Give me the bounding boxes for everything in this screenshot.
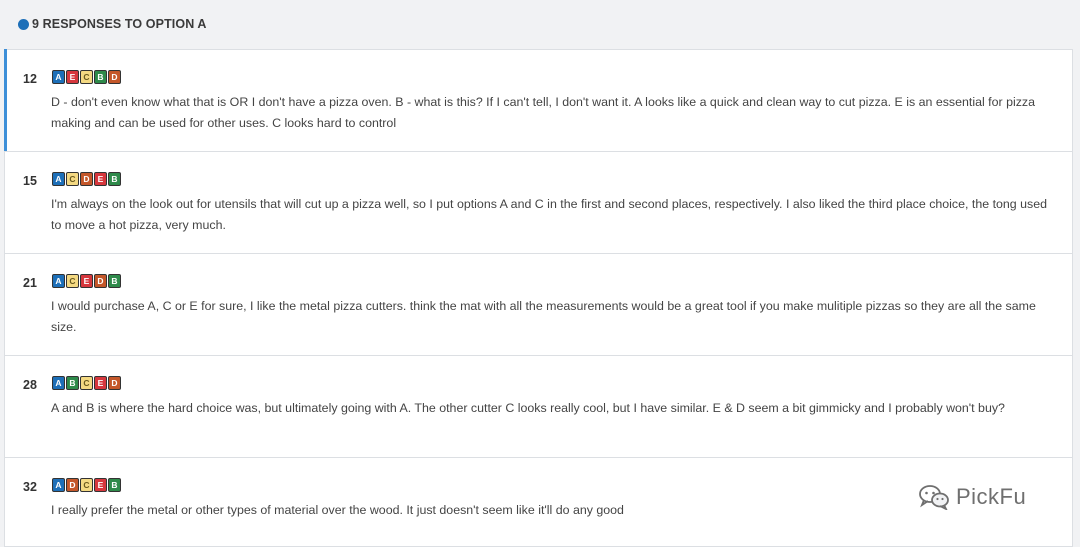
response-card[interactable]: 21 A C E D B I would purchase A, C or E …: [4, 253, 1073, 356]
rank-badge: D: [108, 376, 121, 390]
rank-badge: A: [52, 172, 65, 186]
rank-badge: C: [80, 70, 93, 84]
watermark-label: PickFu: [956, 484, 1027, 509]
rank-badge: E: [80, 274, 93, 288]
rank-badge: B: [108, 172, 121, 186]
response-id: 21: [23, 276, 37, 290]
responses-header: 9 RESPONSES TO OPTION A: [18, 17, 207, 31]
rank-badge: D: [108, 70, 121, 84]
response-text: I would purchase A, C or E for sure, I l…: [51, 299, 1036, 334]
ranking-badges: A B C E D: [52, 376, 121, 390]
rank-badge: A: [52, 478, 65, 492]
rank-badge: E: [94, 376, 107, 390]
response-card[interactable]: 15 A C D E B I'm always on the look out …: [4, 151, 1073, 254]
watermark: PickFu: [918, 484, 1026, 510]
rank-badge: D: [80, 172, 93, 186]
response-card[interactable]: 32 A D C E B I really prefer the metal o…: [4, 457, 1073, 547]
response-text: A and B is where the hard choice was, bu…: [51, 401, 1005, 415]
rank-badge: D: [94, 274, 107, 288]
rank-badge: A: [52, 376, 65, 390]
rank-badge: B: [66, 376, 79, 390]
rank-badge: E: [94, 172, 107, 186]
responses-title: 9 RESPONSES TO OPTION A: [32, 17, 207, 31]
rank-badge: C: [66, 172, 79, 186]
wechat-icon: [919, 485, 949, 510]
rank-badge: C: [66, 274, 79, 288]
rank-badge: A: [52, 70, 65, 84]
option-dot-icon: [18, 18, 29, 30]
response-text: I'm always on the look out for utensils …: [51, 197, 1047, 232]
ranking-badges: A C E D B: [52, 274, 121, 288]
ranking-badges: A C D E B: [52, 172, 121, 186]
response-id: 15: [23, 174, 37, 188]
ranking-badges: A E C B D: [52, 70, 121, 84]
rank-badge: D: [66, 478, 79, 492]
rank-badge: B: [108, 478, 121, 492]
response-text: I really prefer the metal or other types…: [51, 503, 624, 517]
ranking-badges: A D C E B: [52, 478, 121, 492]
response-text: D - don't even know what that is OR I do…: [51, 95, 1036, 130]
rank-badge: E: [66, 70, 79, 84]
responses-list: 12 A E C B D D - don't even know what th…: [4, 49, 1073, 547]
response-id: 28: [23, 378, 37, 392]
rank-badge: A: [52, 274, 65, 288]
response-card[interactable]: 12 A E C B D D - don't even know what th…: [4, 49, 1073, 152]
rank-badge: C: [80, 478, 93, 492]
rank-badge: C: [80, 376, 93, 390]
response-card[interactable]: 28 A B C E D A and B is where the hard c…: [4, 355, 1073, 458]
response-id: 32: [23, 480, 37, 494]
response-id: 12: [23, 72, 37, 86]
rank-badge: B: [94, 70, 107, 84]
rank-badge: E: [94, 478, 107, 492]
rank-badge: B: [108, 274, 121, 288]
